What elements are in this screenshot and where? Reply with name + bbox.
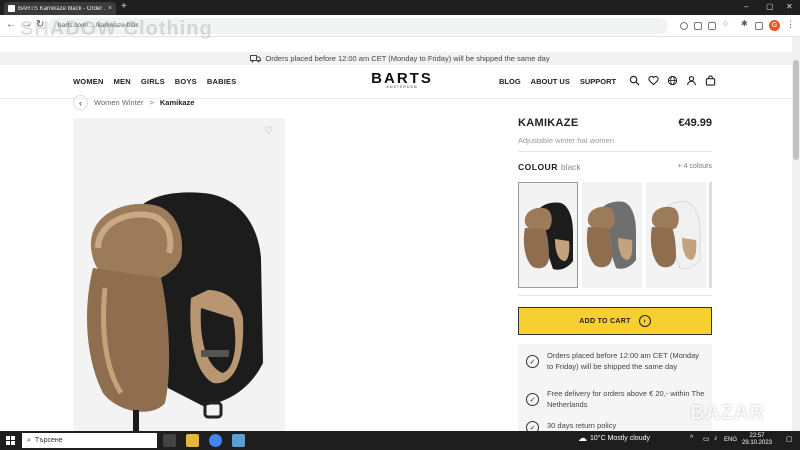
heart-icon[interactable] bbox=[648, 75, 659, 86]
hat-photo bbox=[87, 192, 263, 433]
bookmark-star-icon[interactable]: ☆ bbox=[722, 19, 730, 28]
search-icon[interactable] bbox=[629, 75, 640, 86]
watermark-overlay: SHADOW Clothing bbox=[20, 18, 213, 40]
breadcrumb-separator: > bbox=[149, 98, 154, 107]
product-price: €49.99 bbox=[678, 117, 712, 129]
nav-about-us[interactable]: ABOUT US bbox=[531, 77, 570, 86]
swatch-black[interactable] bbox=[518, 182, 578, 288]
side-panel-icon[interactable] bbox=[755, 22, 763, 30]
benefit-text: Free delivery for orders above € 20,- wi… bbox=[547, 389, 705, 409]
nav-women[interactable]: WOMEN bbox=[73, 77, 104, 86]
product-subtitle: Adjustable winter hat women bbox=[518, 136, 614, 145]
app-icon[interactable] bbox=[232, 434, 245, 447]
arrow-right-icon: › bbox=[638, 315, 651, 327]
browser-tab-bar: BARTS Kamikaze black - Order ... × + – ▢… bbox=[0, 0, 800, 15]
task-view-icon[interactable] bbox=[163, 434, 176, 447]
divider bbox=[518, 151, 712, 152]
benefit-item: ✓ Free delivery for orders above € 20,- … bbox=[526, 388, 707, 410]
weather-text[interactable]: 10°C Mostly cloudy bbox=[590, 435, 650, 442]
file-explorer-icon[interactable] bbox=[186, 434, 199, 447]
nav-support[interactable]: SUPPORT bbox=[580, 77, 616, 86]
back-icon[interactable]: ← bbox=[6, 19, 16, 30]
extensions-icon[interactable]: ✱ bbox=[741, 19, 749, 28]
breadcrumb-parent[interactable]: Women Winter bbox=[94, 98, 143, 107]
user-icon[interactable] bbox=[686, 75, 697, 86]
network-icon[interactable]: ▭ bbox=[703, 435, 710, 443]
add-to-cart-label: ADD TO CART bbox=[579, 317, 631, 325]
weather-icon: ☁ bbox=[578, 433, 587, 443]
breadcrumb: ‹ Women Winter > Kamikaze bbox=[73, 95, 194, 110]
tab-close-icon[interactable]: × bbox=[108, 5, 112, 12]
taskbar-search[interactable]: ⌕ Търсене bbox=[22, 433, 157, 448]
chrome-icon[interactable] bbox=[209, 434, 222, 447]
browser-tab[interactable]: BARTS Kamikaze black - Order ... × bbox=[4, 2, 116, 15]
swatch-white-image bbox=[650, 201, 701, 270]
share-icon[interactable] bbox=[708, 22, 716, 30]
globe-icon[interactable] bbox=[667, 75, 678, 86]
scrollbar-thumb[interactable] bbox=[793, 60, 799, 160]
benefit-text: 30 days return policy bbox=[547, 421, 617, 430]
more-colours-link[interactable]: + 4 colours bbox=[662, 163, 712, 170]
taskbar-clock[interactable]: 22:57 29.10.2023 bbox=[736, 433, 778, 447]
maximize-icon[interactable]: ▢ bbox=[766, 2, 774, 11]
secondary-nav: BLOG ABOUT US SUPPORT bbox=[499, 77, 616, 86]
favicon-icon bbox=[8, 5, 15, 12]
profile-avatar[interactable]: G bbox=[769, 20, 780, 31]
install-icon[interactable] bbox=[694, 22, 702, 30]
benefits-box: ✓ Orders placed before 12:00 am CET (Mon… bbox=[518, 344, 712, 434]
site-header: WOMEN MEN GIRLS BOYS BABIES BARTS AMSTER… bbox=[0, 65, 800, 99]
product-name: KAMIKAZE bbox=[518, 117, 579, 129]
check-icon: ✓ bbox=[526, 393, 539, 406]
nav-men[interactable]: MEN bbox=[114, 77, 131, 86]
google-icon[interactable] bbox=[680, 22, 688, 30]
product-image[interactable] bbox=[73, 118, 285, 433]
minimize-icon[interactable]: – bbox=[744, 2, 748, 11]
benefit-item: ✓ Orders placed before 12:00 am CET (Mon… bbox=[526, 350, 707, 372]
add-to-cart-button[interactable]: ADD TO CART › bbox=[518, 307, 712, 335]
nav-girls[interactable]: GIRLS bbox=[141, 77, 165, 86]
notification-icon[interactable]: ▢ bbox=[786, 435, 793, 443]
tray-chevron-icon[interactable]: ^ bbox=[690, 435, 693, 442]
back-button[interactable]: ‹ bbox=[73, 95, 88, 110]
volume-icon[interactable]: ♪ bbox=[714, 435, 718, 442]
announcement-bar: Orders placed before 12:00 am CET (Monda… bbox=[0, 52, 800, 65]
swatch-white[interactable] bbox=[646, 182, 706, 288]
clock-date: 29.10.2023 bbox=[741, 440, 773, 446]
clock-time: 22:57 bbox=[749, 433, 765, 439]
swatch-overflow-edge bbox=[709, 182, 712, 288]
page: BARTS Kamikaze black - Order ... × + – ▢… bbox=[0, 0, 800, 450]
colour-label: COLOUR black bbox=[518, 162, 581, 172]
swatch-grey-image bbox=[586, 201, 636, 269]
breadcrumb-current: Kamikaze bbox=[159, 98, 195, 107]
swatch-black-image bbox=[523, 202, 573, 270]
menu-kebab-icon[interactable]: ⋮ bbox=[786, 19, 795, 30]
benefit-text: Orders placed before 12:00 am CET (Monda… bbox=[547, 351, 700, 371]
swatch-grey[interactable] bbox=[582, 182, 642, 288]
barts-logo[interactable]: BARTS AMSTERDAM bbox=[370, 70, 434, 89]
truck-icon bbox=[250, 54, 262, 62]
windows-start-icon[interactable] bbox=[6, 436, 15, 445]
nav-babies[interactable]: BABIES bbox=[207, 77, 237, 86]
nav-blog[interactable]: BLOG bbox=[499, 77, 521, 86]
search-icon: ⌕ bbox=[27, 436, 31, 444]
bazar-watermark: BAZAR bbox=[690, 402, 765, 424]
check-icon: ✓ bbox=[526, 355, 539, 368]
nav-boys[interactable]: BOYS bbox=[175, 77, 197, 86]
taskbar: ⌕ Търсене ☁ 10°C Mostly cloudy ^ ▭ ♪ ENG… bbox=[0, 431, 800, 450]
announcement-text: Orders placed before 12:00 am CET (Monda… bbox=[265, 54, 550, 63]
wishlist-heart-icon[interactable]: ♡ bbox=[264, 126, 273, 137]
colour-value: black bbox=[560, 162, 581, 172]
close-window-icon[interactable]: ✕ bbox=[786, 2, 793, 11]
bag-icon[interactable] bbox=[705, 75, 716, 86]
colour-heading: COLOUR bbox=[518, 162, 558, 172]
main-nav: WOMEN MEN GIRLS BOYS BABIES bbox=[73, 77, 236, 86]
taskbar-search-text: Търсене bbox=[34, 437, 63, 444]
divider bbox=[518, 295, 712, 296]
new-tab-button[interactable]: + bbox=[121, 1, 127, 12]
tab-title: BARTS Kamikaze black - Order ... bbox=[18, 5, 105, 12]
